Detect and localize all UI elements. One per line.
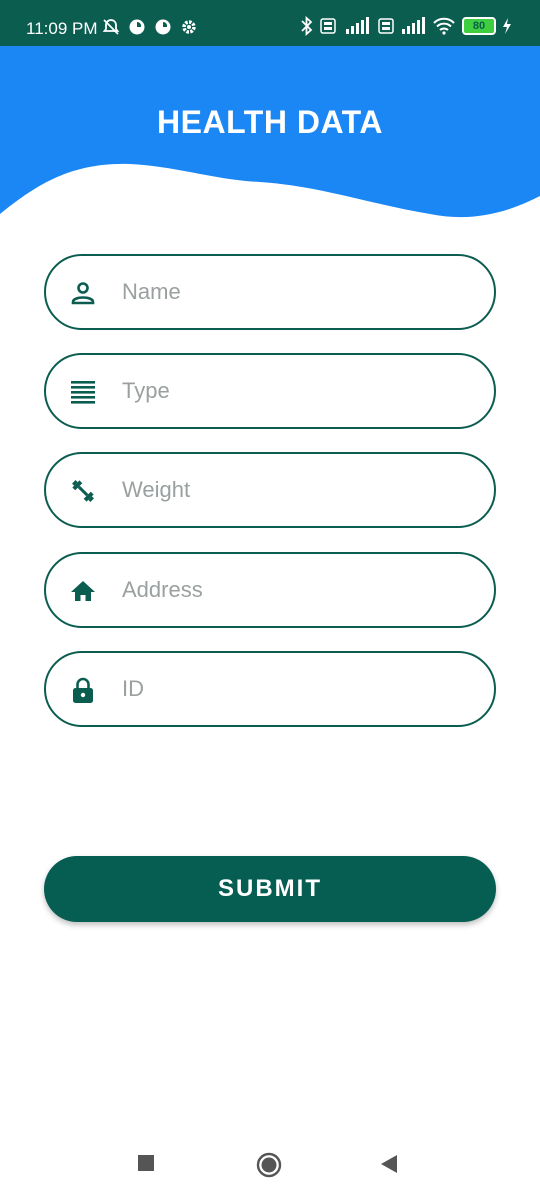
status-bar: 11:09 PM 80: [0, 0, 540, 46]
volte-icon: [320, 18, 336, 34]
lines-icon: [71, 381, 95, 404]
charging-icon: [503, 18, 511, 34]
weight-field[interactable]: [44, 452, 496, 528]
name-field[interactable]: [44, 254, 496, 330]
status-system-icons: 80: [300, 16, 512, 36]
signal-icon: [402, 17, 425, 34]
header: HEALTH DATA: [0, 46, 540, 226]
wifi-icon: [433, 17, 455, 35]
type-field[interactable]: [44, 353, 496, 429]
bell-off-icon: [102, 19, 120, 35]
volte-icon: [378, 18, 394, 34]
page-title: HEALTH DATA: [157, 104, 383, 140]
battery-level: 80: [472, 20, 486, 32]
lock-icon: [73, 677, 93, 703]
system-nav-bar: [0, 1130, 540, 1200]
status-time: 11:09 PM: [26, 19, 98, 38]
id-input[interactable]: [122, 653, 482, 725]
dumbbell-icon: [72, 480, 94, 502]
status-notification-icons: [102, 18, 198, 36]
gear-icon: [182, 20, 196, 34]
weight-input[interactable]: [122, 454, 482, 526]
signal-icon: [346, 17, 369, 34]
name-input[interactable]: [122, 256, 482, 328]
id-field[interactable]: [44, 651, 496, 727]
app-notification-icon: [129, 19, 145, 35]
app-notification-icon: [155, 19, 171, 35]
address-input[interactable]: [122, 554, 482, 626]
home-icon: [71, 581, 95, 601]
type-input[interactable]: [122, 355, 482, 427]
battery-indicator: 80: [462, 17, 496, 35]
submit-button[interactable]: SUBMIT: [44, 856, 496, 922]
back-button[interactable]: [380, 1154, 398, 1174]
address-field[interactable]: [44, 552, 496, 628]
person-icon: [71, 282, 95, 305]
home-button[interactable]: [256, 1152, 282, 1178]
recents-button[interactable]: [137, 1154, 155, 1172]
bluetooth-icon: [301, 16, 313, 36]
